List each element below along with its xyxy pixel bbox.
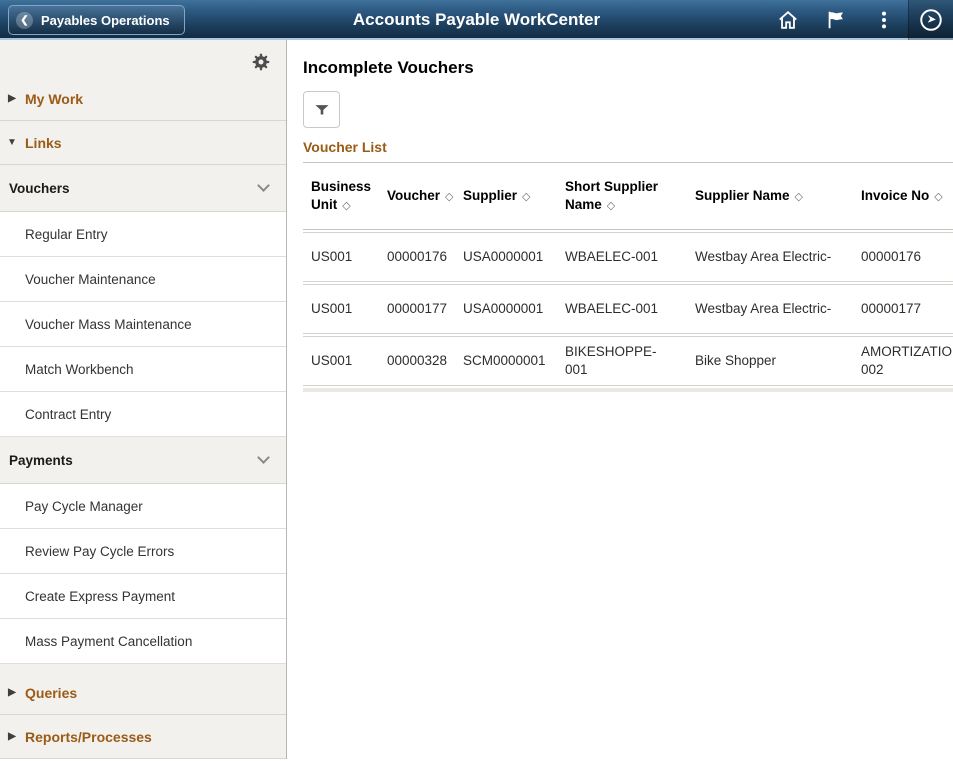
item-label: Pay Cycle Manager xyxy=(25,499,143,514)
main-content: Incomplete Vouchers Voucher List Busines… xyxy=(287,40,953,759)
supplier-name-cell: Bike Shopper xyxy=(687,337,853,385)
section-label: My Work xyxy=(25,91,83,107)
column-header-supplier[interactable]: Supplier◇ xyxy=(455,163,557,229)
table-row: US001 00000176 USA0000001 WBAELEC-001 We… xyxy=(303,232,953,282)
item-label: Regular Entry xyxy=(25,227,108,242)
item-label: Voucher Mass Maintenance xyxy=(25,317,192,332)
invoice-no-cell: AMORTIZATION-002 xyxy=(853,337,953,385)
top-header-bar: ❮ Payables Operations Accounts Payable W… xyxy=(0,0,953,40)
business-unit-cell: US001 xyxy=(303,337,379,385)
sidebar-toolbar xyxy=(0,40,286,77)
grid-header-row: Business Unit◇ Voucher◇ Supplier◇ Short … xyxy=(303,162,953,230)
item-label: Match Workbench xyxy=(25,362,134,377)
flag-icon[interactable] xyxy=(812,0,860,40)
sort-diamond-icon: ◇ xyxy=(342,200,350,212)
sidebar-item-voucher-mass-maintenance[interactable]: Voucher Mass Maintenance xyxy=(0,302,286,347)
voucher-link[interactable]: 00000328 xyxy=(379,337,455,385)
supplier-name-cell: Westbay Area Electric- xyxy=(687,285,853,333)
chevron-down-icon xyxy=(257,179,270,192)
table-row: US001 00000177 USA0000001 WBAELEC-001 We… xyxy=(303,284,953,334)
short-supplier-name-cell: BIKESHOPPE-001 xyxy=(557,337,687,385)
group-label: Vouchers xyxy=(9,181,70,196)
navbar-compass-icon[interactable] xyxy=(908,0,953,40)
chevron-down-icon: ▼ xyxy=(6,137,18,148)
supplier-link[interactable]: USA0000001 xyxy=(455,233,557,281)
sidebar-section-reports-processes[interactable]: ▶ Reports/Processes xyxy=(0,715,286,759)
sidebar-item-contract-entry[interactable]: Contract Entry xyxy=(0,392,286,437)
supplier-link[interactable]: USA0000001 xyxy=(455,285,557,333)
invoice-no-cell: 00000177 xyxy=(853,285,953,333)
invoice-no-cell: 00000176 xyxy=(853,233,953,281)
sidebar-group-vouchers[interactable]: Vouchers xyxy=(0,165,286,212)
filter-button[interactable] xyxy=(303,91,340,128)
back-button[interactable]: ❮ Payables Operations xyxy=(8,5,185,35)
short-supplier-name-cell: WBAELEC-001 xyxy=(557,285,687,333)
chevron-right-icon: ▶ xyxy=(6,93,18,104)
grid-bottom-band xyxy=(303,388,953,392)
sidebar-item-create-express-payment[interactable]: Create Express Payment xyxy=(0,574,286,619)
chevron-left-icon: ❮ xyxy=(16,12,33,29)
sort-diamond-icon: ◇ xyxy=(795,191,803,203)
sort-diamond-icon: ◇ xyxy=(445,191,453,203)
voucher-list-title: Voucher List xyxy=(303,139,953,155)
page-title: Incomplete Vouchers xyxy=(303,58,953,78)
column-header-short-supplier-name[interactable]: Short Supplier Name◇ xyxy=(557,163,687,229)
gear-icon[interactable] xyxy=(251,52,271,72)
column-header-voucher[interactable]: Voucher◇ xyxy=(379,163,455,229)
voucher-link[interactable]: 00000176 xyxy=(379,233,455,281)
sidebar-section-queries[interactable]: ▶ Queries xyxy=(0,671,286,715)
business-unit-cell: US001 xyxy=(303,233,379,281)
sidebar-group-payments[interactable]: Payments xyxy=(0,437,286,484)
back-button-label: Payables Operations xyxy=(41,13,170,28)
item-label: Contract Entry xyxy=(25,407,111,422)
funnel-icon xyxy=(313,101,331,119)
sort-diamond-icon: ◇ xyxy=(607,200,615,212)
sort-diamond-icon: ◇ xyxy=(934,191,942,203)
item-label: Voucher Maintenance xyxy=(25,272,156,287)
column-header-supplier-name[interactable]: Supplier Name◇ xyxy=(687,163,853,229)
short-supplier-name-cell: WBAELEC-001 xyxy=(557,233,687,281)
item-label: Create Express Payment xyxy=(25,589,175,604)
sidebar-item-match-workbench[interactable]: Match Workbench xyxy=(0,347,286,392)
sidebar-item-regular-entry[interactable]: Regular Entry xyxy=(0,212,286,257)
kebab-menu-icon[interactable] xyxy=(860,0,908,40)
home-icon[interactable] xyxy=(764,0,812,40)
sidebar-item-voucher-maintenance[interactable]: Voucher Maintenance xyxy=(0,257,286,302)
sidebar-item-mass-payment-cancellation[interactable]: Mass Payment Cancellation xyxy=(0,619,286,664)
voucher-grid: Business Unit◇ Voucher◇ Supplier◇ Short … xyxy=(303,162,953,386)
table-row: US001 00000328 SCM0000001 BIKESHOPPE-001… xyxy=(303,336,953,386)
column-header-invoice-no[interactable]: Invoice No◇ xyxy=(853,163,953,229)
sort-diamond-icon: ◇ xyxy=(522,191,530,203)
item-label: Mass Payment Cancellation xyxy=(25,634,192,649)
section-label: Reports/Processes xyxy=(25,729,152,745)
header-actions xyxy=(764,0,953,40)
chevron-right-icon: ▶ xyxy=(6,687,18,698)
section-label: Links xyxy=(25,135,62,151)
group-label: Payments xyxy=(9,453,73,468)
chevron-right-icon: ▶ xyxy=(6,731,18,742)
voucher-link[interactable]: 00000177 xyxy=(379,285,455,333)
sidebar-section-my-work[interactable]: ▶ My Work xyxy=(0,77,286,121)
sidebar-spacer xyxy=(0,664,286,671)
column-header-business-unit[interactable]: Business Unit◇ xyxy=(303,163,379,229)
section-label: Queries xyxy=(25,685,77,701)
sidebar-item-pay-cycle-manager[interactable]: Pay Cycle Manager xyxy=(0,484,286,529)
chevron-down-icon xyxy=(257,451,270,464)
business-unit-cell: US001 xyxy=(303,285,379,333)
sidebar-item-review-pay-cycle-errors[interactable]: Review Pay Cycle Errors xyxy=(0,529,286,574)
workcenter-sidebar: ▶ My Work ▼ Links Vouchers Regular Entry… xyxy=(0,40,287,759)
accounts-payable-workcenter-page: ❮ Payables Operations Accounts Payable W… xyxy=(0,0,953,761)
sidebar-section-links[interactable]: ▼ Links xyxy=(0,121,286,165)
supplier-name-cell: Westbay Area Electric- xyxy=(687,233,853,281)
item-label: Review Pay Cycle Errors xyxy=(25,544,174,559)
supplier-link[interactable]: SCM0000001 xyxy=(455,337,557,385)
